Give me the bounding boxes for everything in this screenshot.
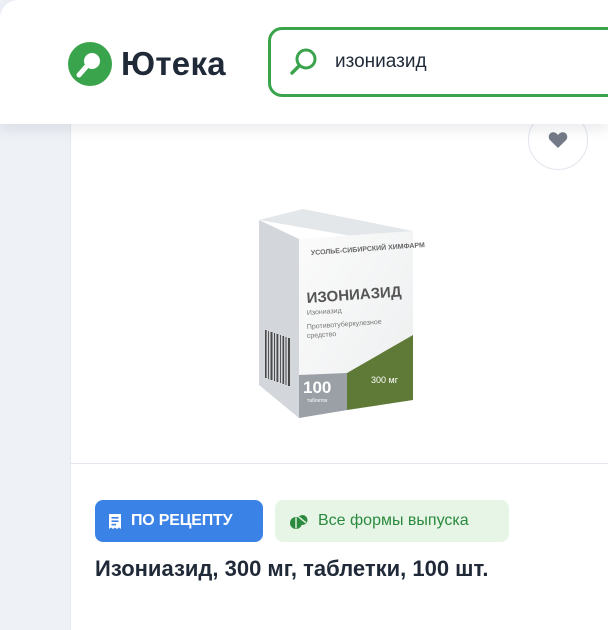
divider (70, 463, 608, 464)
search-bar[interactable] (268, 27, 608, 97)
header: Ютека (0, 0, 608, 124)
all-forms-button[interactable]: Все формы выпуска (275, 500, 509, 542)
all-forms-label: Все формы выпуска (318, 512, 469, 529)
receipt-icon (109, 513, 121, 529)
product-image[interactable]: УСОЛЬЕ-СИБИРСКИЙ ХИМФАРМЗАВОД ИЗОНИАЗИД … (255, 205, 425, 430)
pills-icon (290, 515, 308, 529)
box-count-label: таблеток (307, 398, 328, 404)
box-side (259, 220, 299, 418)
logo-icon (68, 42, 112, 86)
logo-text: Ютека (121, 45, 226, 82)
prescription-label: ПО РЕЦЕПТУ (131, 512, 233, 529)
barcode (265, 330, 290, 386)
prescription-badge: ПО РЕЦЕПТУ (95, 500, 263, 542)
box-dose: 300 мг (371, 375, 399, 385)
search-icon[interactable] (287, 45, 321, 79)
search-input[interactable] (335, 51, 595, 73)
product-title[interactable]: Изониазид, 300 мг, таблетки, 100 шт. (95, 556, 488, 582)
heart-icon (548, 132, 568, 148)
box-count: 100 (303, 378, 331, 397)
logo[interactable]: Ютека (68, 42, 226, 86)
